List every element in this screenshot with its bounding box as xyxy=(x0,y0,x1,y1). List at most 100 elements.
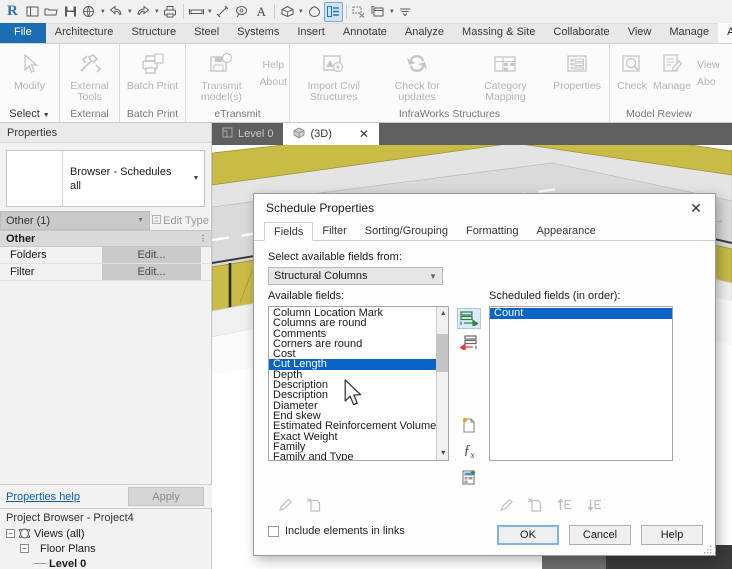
ribbon-tab-view[interactable]: View xyxy=(619,23,661,43)
redo-caret-icon[interactable]: ▼ xyxy=(153,2,161,22)
tab-filter[interactable]: Filter xyxy=(313,222,355,240)
measure-icon[interactable] xyxy=(187,2,206,22)
ribbon-tab-insert[interactable]: Insert xyxy=(288,23,334,43)
available-fields-scrollbar[interactable]: ▲ ▼ xyxy=(436,307,448,460)
help-button[interactable]: Help xyxy=(641,525,703,545)
pencil-icon[interactable] xyxy=(278,498,293,512)
model-check-button[interactable]: Check xyxy=(612,47,652,94)
list-item[interactable]: Family and Type xyxy=(269,451,436,460)
dialog-title-bar[interactable]: Schedule Properties ✕ xyxy=(254,194,715,222)
etransmit-about-button[interactable]: About xyxy=(260,74,287,91)
infraworks-properties-button[interactable]: Properties xyxy=(547,47,607,94)
external-tools-button[interactable]: External Tools xyxy=(62,47,117,105)
type-selector-caret-icon[interactable]: ▼ xyxy=(188,175,204,182)
etransmit-help-button[interactable]: Help xyxy=(262,57,284,74)
properties-help-link[interactable]: Properties help xyxy=(0,491,80,503)
save-as-caret-icon[interactable]: ▼ xyxy=(99,2,107,22)
ribbon-tab-analyze[interactable]: Analyze xyxy=(396,23,453,43)
switch-windows-icon[interactable] xyxy=(369,2,388,22)
remove-parameter-button[interactable] xyxy=(457,332,481,353)
ribbon-tab-structure[interactable]: Structure xyxy=(122,23,185,43)
ribbon-tab-steel[interactable]: Steel xyxy=(185,23,228,43)
project-browser-node-views-all[interactable]: − Views (all) xyxy=(0,526,211,541)
category-mapping-button[interactable]: Category Mapping xyxy=(464,47,547,105)
thin-lines-icon[interactable] xyxy=(323,1,343,22)
property-key-filter: Filter xyxy=(10,266,35,278)
project-browser-node-floor-plans[interactable]: − Floor Plans xyxy=(0,541,211,556)
combine-parameters-button[interactable] xyxy=(459,466,479,488)
scroll-down-icon[interactable]: ▼ xyxy=(436,447,448,460)
resize-grip[interactable] xyxy=(704,545,712,554)
tab-formatting[interactable]: Formatting xyxy=(457,222,528,240)
redo-icon[interactable] xyxy=(134,2,153,22)
text-icon[interactable]: A xyxy=(252,2,271,22)
scheduled-fields-listbox[interactable]: Count xyxy=(489,306,673,461)
ribbon-tab-massing-site[interactable]: Massing & Site xyxy=(453,23,544,43)
move-up-icon[interactable] xyxy=(557,498,573,512)
cancel-button[interactable]: Cancel xyxy=(569,525,631,545)
check-for-updates-button[interactable]: Check for updates xyxy=(375,47,458,105)
scheduled-list-item-selected[interactable]: Count xyxy=(490,308,672,319)
model-manage-button[interactable]: Manage xyxy=(652,47,692,94)
batch-print-button[interactable]: Batch Print xyxy=(122,47,183,94)
new-parameter-button[interactable] xyxy=(459,414,479,436)
view-caret-icon[interactable]: ▼ xyxy=(297,2,305,22)
project-browser-node-level-0[interactable]: Level 0 xyxy=(0,556,211,569)
model-review-about-button[interactable]: Abo xyxy=(697,74,716,91)
property-value-filter-edit-button[interactable]: Edit... xyxy=(102,264,201,280)
chevron-down-icon[interactable]: ▼ xyxy=(429,272,437,281)
save-as-icon[interactable] xyxy=(80,2,99,22)
ribbon-tab-systems[interactable]: Systems xyxy=(228,23,288,43)
save-icon[interactable] xyxy=(61,2,80,22)
switch-windows-caret-icon[interactable]: ▼ xyxy=(388,2,396,22)
scroll-up-icon[interactable]: ▲ xyxy=(436,307,448,320)
default-3d-view-icon[interactable] xyxy=(278,2,297,22)
print-icon[interactable] xyxy=(161,2,180,22)
ribbon-tab-add-ins[interactable]: Add-Ins xyxy=(718,23,732,43)
apply-button[interactable]: Apply xyxy=(128,487,204,506)
tab-appearance[interactable]: Appearance xyxy=(528,222,605,240)
aligned-dimension-icon[interactable] xyxy=(214,2,233,22)
ok-button[interactable]: OK xyxy=(497,525,559,545)
calculated-value-button[interactable]: ƒx xyxy=(459,440,479,462)
pencil-icon[interactable] xyxy=(499,498,514,512)
view-tab-level-0[interactable]: Level 0 xyxy=(212,123,283,145)
customize-qat-icon[interactable] xyxy=(396,2,415,22)
ribbon-tab-annotate[interactable]: Annotate xyxy=(334,23,396,43)
view-tab-3d[interactable]: (3D) ✕ xyxy=(283,123,379,145)
close-view-tab-icon[interactable]: ✕ xyxy=(359,127,369,141)
close-hidden-windows-icon[interactable] xyxy=(350,2,369,22)
open-project-icon[interactable] xyxy=(23,2,42,22)
tag-icon[interactable] xyxy=(233,2,252,22)
tab-sorting-grouping[interactable]: Sorting/Grouping xyxy=(356,222,457,240)
property-value-folders-edit-button[interactable]: Edit... xyxy=(102,247,201,263)
delete-page-icon[interactable] xyxy=(307,498,322,512)
measure-caret-icon[interactable]: ▼ xyxy=(206,2,214,22)
open-folder-icon[interactable] xyxy=(42,2,61,22)
category-selector[interactable]: Other (1) ▼ xyxy=(0,211,150,230)
transmit-models-button[interactable]: Transmit model(s) xyxy=(188,47,255,105)
ribbon-tab-collaborate[interactable]: Collaborate xyxy=(544,23,618,43)
category-selector-caret-icon[interactable]: ▼ xyxy=(137,217,144,224)
close-icon[interactable]: ✕ xyxy=(685,197,707,219)
undo-caret-icon[interactable]: ▼ xyxy=(126,2,134,22)
modify-button[interactable]: Modify xyxy=(2,47,57,94)
expander-icon-floor-plans[interactable]: − xyxy=(20,544,29,553)
type-selector[interactable]: Browser - Schedules all ▼ xyxy=(6,150,205,207)
section-icon[interactable] xyxy=(305,2,324,22)
undo-icon[interactable] xyxy=(107,2,126,22)
ribbon-tab-architecture[interactable]: Architecture xyxy=(46,23,123,43)
delete-page-icon[interactable] xyxy=(528,498,543,512)
move-down-icon[interactable] xyxy=(587,498,603,512)
ribbon-tab-manage[interactable]: Manage xyxy=(660,23,718,43)
available-fields-source-dropdown[interactable]: Structural Columns ▼ xyxy=(268,267,443,285)
scrollbar-thumb[interactable] xyxy=(436,334,448,372)
import-civil-structures-button[interactable]: Import Civil Structures xyxy=(292,47,375,105)
edit-type-button[interactable]: Edit Type xyxy=(150,211,211,230)
select-panel-caret-icon[interactable]: ▼ xyxy=(43,112,50,119)
model-review-view-button[interactable]: View xyxy=(697,57,720,74)
ribbon-tab-file[interactable]: File xyxy=(0,23,46,43)
tab-fields[interactable]: Fields xyxy=(264,222,314,241)
expander-icon-views[interactable]: − xyxy=(6,529,15,538)
add-parameter-button[interactable] xyxy=(457,308,481,329)
